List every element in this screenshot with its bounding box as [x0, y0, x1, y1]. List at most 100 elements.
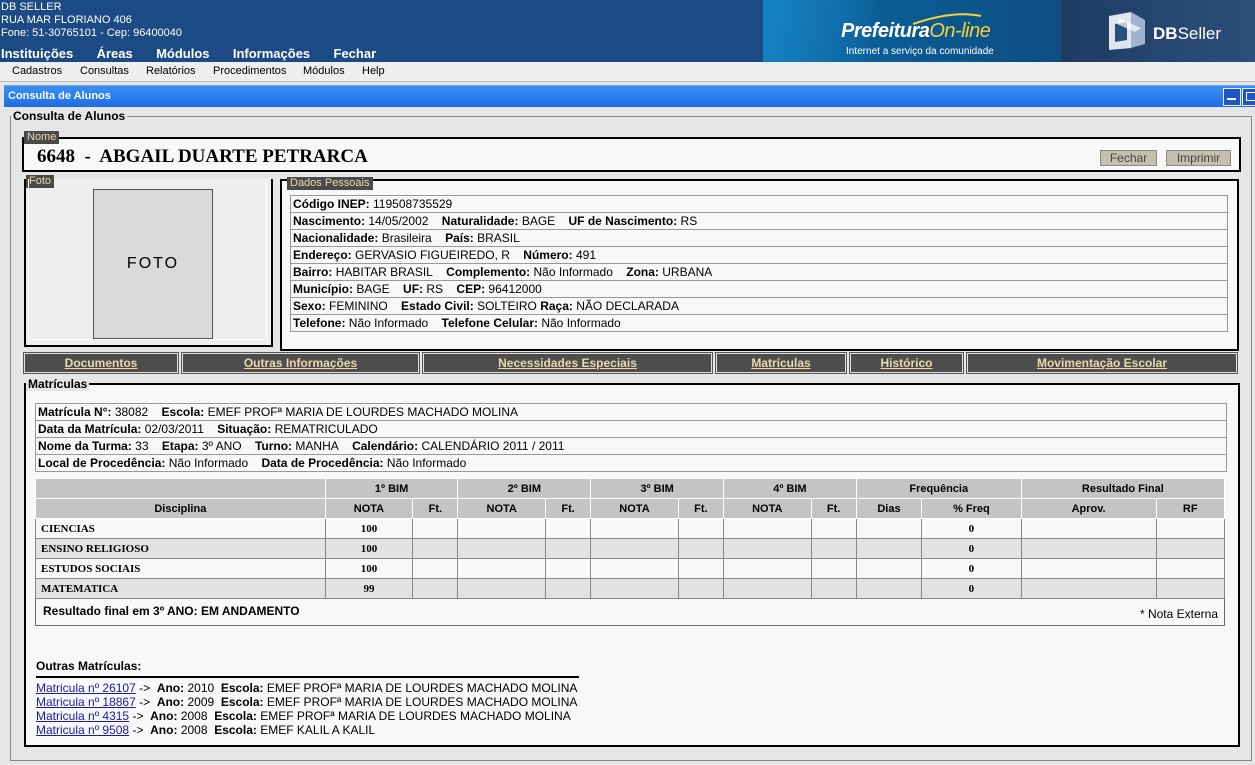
- field-label: Data de Procedência:: [261, 456, 384, 470]
- field-label: Nacionalidade:: [293, 231, 379, 245]
- field-label: Código INEP:: [293, 197, 370, 211]
- enrollment-link[interactable]: Matricula nº 26107: [36, 681, 136, 695]
- grade-cell: [723, 518, 812, 539]
- submenu-relatorios[interactable]: Relatórios: [146, 65, 196, 77]
- field-label: Bairro:: [293, 265, 333, 279]
- field-label: Naturalidade:: [441, 214, 519, 228]
- field-value: Não Informado: [168, 456, 249, 470]
- enrollment-link[interactable]: Matricula nº 18867: [36, 695, 136, 709]
- grades-table: 1º BIM 2º BIM 3º BIM 4º BIM Frequência R…: [35, 478, 1226, 619]
- field-value: 3º ANO: [201, 439, 242, 453]
- field-label: Local de Procedência:: [38, 456, 166, 470]
- tab-movimentacao-escolar[interactable]: Movimentação Escolar: [966, 352, 1238, 374]
- field-value: BRASIL: [477, 231, 520, 245]
- field-value: Não Informado: [541, 316, 621, 330]
- enrollment-info-table: Matrícula N°: 38082 Escola: EMEF PROFª M…: [35, 403, 1227, 472]
- subheader-ft: Ft.: [677, 498, 725, 519]
- print-button[interactable]: Imprimir: [1166, 150, 1231, 166]
- field-value: 2008: [180, 709, 208, 723]
- student-heading: 6648 - ABGAIL DUARTE PETRARCA: [37, 146, 368, 168]
- menu-instituicoes[interactable]: Instituições: [1, 46, 73, 61]
- name-tag: Nome: [24, 131, 60, 144]
- menu-fechar[interactable]: Fechar: [334, 46, 377, 61]
- other-enrollment-item: Matricula nº 4315 -> Ano: 2008 Escola: E…: [36, 709, 571, 723]
- field-label: Ano:: [150, 709, 178, 723]
- final-result-row: Resultado final em 3º ANO: EM ANDAMENTO …: [35, 599, 1225, 626]
- grade-cell: [677, 578, 725, 599]
- tab-documentos[interactable]: Documentos: [23, 352, 179, 374]
- enrollment-row: Nome da Turma: 33 Etapa: 3º ANO Turno: M…: [35, 437, 1227, 455]
- main-menu: Instituições Áreas Módulos Informações F…: [1, 46, 396, 62]
- submenu-procedimentos[interactable]: Procedimentos: [213, 65, 286, 77]
- enrollment-link[interactable]: Matricula nº 4315: [36, 709, 129, 723]
- field-label: Sexo:: [293, 299, 326, 313]
- minimize-icon[interactable]: [1223, 88, 1241, 106]
- field-value: EMEF PROFª MARIA DE LOURDES MACHADO MOLI…: [266, 681, 578, 695]
- discipline-cell: ENSINO RELIGIOSO: [35, 538, 326, 559]
- submenu-modulos[interactable]: Módulos: [303, 65, 345, 77]
- other-enrollment-item: Matricula nº 18867 -> Ano: 2009 Escola: …: [36, 695, 577, 709]
- subheader-rf: RF: [1155, 498, 1225, 519]
- tab-historico[interactable]: Histórico: [849, 352, 964, 374]
- field-label: Nome da Turma:: [38, 439, 132, 453]
- enrollment-link[interactable]: Matricula nº 9508: [36, 723, 129, 737]
- student-name: ABGAIL DUARTE PETRARCA: [99, 146, 368, 167]
- field-value: Não Informado: [533, 265, 613, 279]
- discipline-cell: MATEMATICA: [35, 578, 326, 599]
- photo-box: Foto FOTO: [24, 175, 273, 347]
- field-value: URBANA: [662, 265, 713, 279]
- personal-tag: Dados Pessoais: [287, 177, 373, 190]
- tab-necessidades-especiais[interactable]: Necessidades Especiais: [422, 352, 713, 374]
- subheader-aprov: Aprov.: [1020, 498, 1157, 519]
- submenu-cadastros[interactable]: Cadastros: [12, 65, 62, 77]
- enrollment-row: Data da Matrícula: 02/03/2011 Situação: …: [35, 420, 1227, 438]
- dbseller-bold: DB: [1153, 24, 1178, 43]
- field-label: Escola:: [220, 681, 264, 695]
- personal-row: Telefone: Não Informado Telefone Celular…: [290, 314, 1228, 332]
- section-tabs: Documentos Outras Informações Necessidad…: [23, 352, 1238, 374]
- grade-cell: [1155, 538, 1225, 559]
- field-label: Nascimento:: [293, 214, 366, 228]
- personal-row: Município: BAGE UF: RS CEP: 96412000: [290, 280, 1228, 298]
- grade-row: CIENCIAS 100 0: [35, 518, 1225, 539]
- grade-cell: [1155, 558, 1225, 579]
- field-value: EMEF KALIL A KALIL: [260, 723, 376, 737]
- subheader-freq: % Freq: [921, 498, 1022, 519]
- field-value: Brasileira: [381, 231, 432, 245]
- window-titlebar[interactable]: Consulta de Alunos: [4, 85, 1255, 107]
- submenu-help[interactable]: Help: [362, 65, 385, 77]
- grade-cell: [723, 578, 812, 599]
- tab-outras-informacoes[interactable]: Outras Informações: [181, 352, 420, 374]
- subheader-nota: NOTA: [723, 498, 812, 519]
- close-button[interactable]: Fechar: [1100, 150, 1157, 166]
- menu-informacoes[interactable]: Informações: [233, 46, 310, 61]
- consulta-legend: Consulta de Alunos: [13, 109, 126, 123]
- submenu-consultas[interactable]: Consultas: [80, 65, 129, 77]
- field-label: Ano:: [156, 681, 185, 695]
- menu-modulos[interactable]: Módulos: [156, 46, 209, 61]
- tab-matriculas[interactable]: Matrículas: [715, 352, 847, 374]
- field-label: Telefone Celular:: [441, 316, 538, 330]
- field-label: Escola:: [161, 405, 205, 419]
- grade-cell: [1020, 538, 1157, 559]
- field-label: Telefone:: [293, 316, 346, 330]
- grade-cell: [412, 558, 459, 579]
- field-label: Número:: [523, 248, 573, 262]
- header-blank: [35, 478, 326, 499]
- field-label: Escola:: [214, 723, 257, 737]
- field-label: UF:: [403, 282, 424, 296]
- maximize-icon[interactable]: [1242, 88, 1255, 106]
- field-value: 33: [135, 439, 149, 453]
- grade-cell: [723, 538, 812, 559]
- field-label: Estado Civil:: [401, 299, 474, 313]
- grade-cell: [590, 558, 679, 579]
- matriculas-section: Matrículas Matrícula N°: 38082 Escola: E…: [24, 377, 1240, 747]
- field-label: Complemento:: [446, 265, 531, 279]
- personal-row: Endereço: GERVASIO FIGUEIREDO, R Número:…: [290, 246, 1228, 264]
- field-value: 2010: [187, 681, 215, 695]
- grade-cell: 100: [324, 558, 414, 579]
- grade-cell: [457, 578, 546, 599]
- other-enrollments-divider: [36, 676, 579, 678]
- menu-areas[interactable]: Áreas: [97, 46, 133, 61]
- header-bim4: 4º BIM: [723, 478, 857, 499]
